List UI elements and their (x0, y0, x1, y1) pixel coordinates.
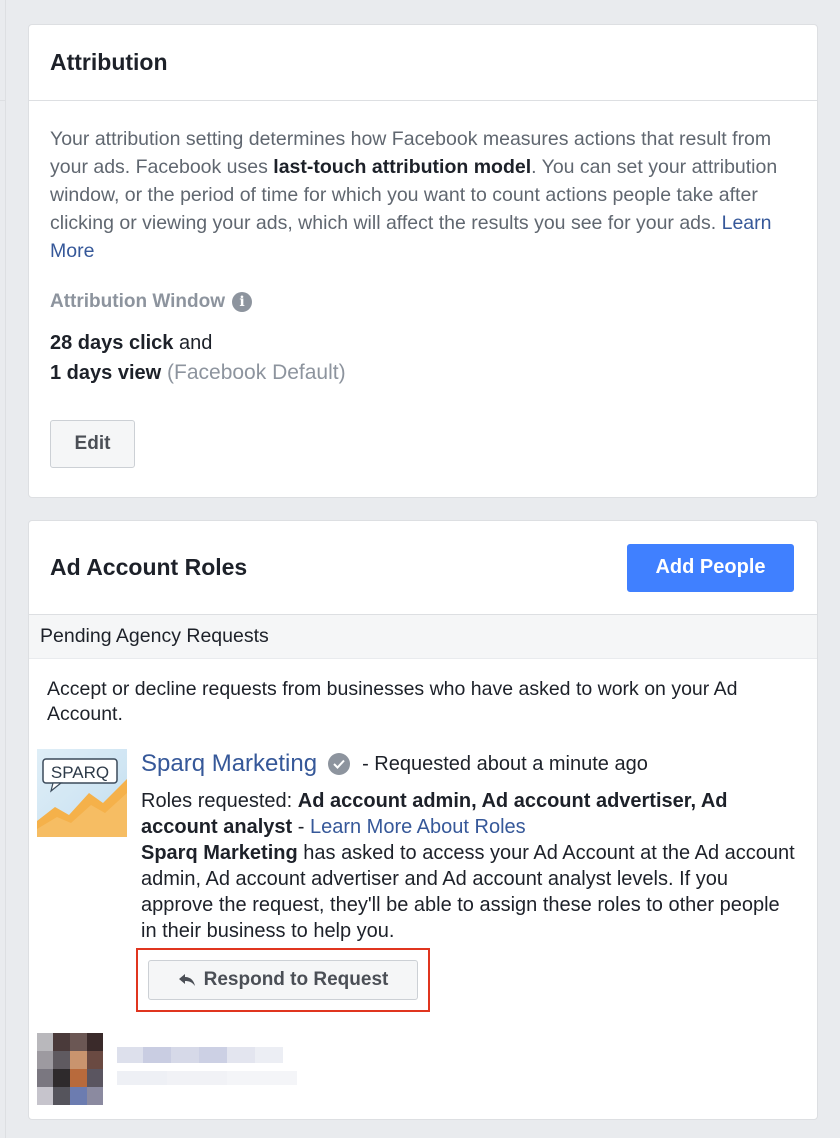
verified-check-icon (328, 753, 351, 775)
default-note: (Facebook Default) (161, 361, 346, 384)
edit-button[interactable]: Edit (50, 420, 135, 468)
learn-more-roles-link[interactable]: Learn More About Roles (310, 816, 526, 838)
click-window-value: 28 days click (50, 332, 174, 354)
attribution-window-values: 28 days click and 1 days view (Facebook … (50, 329, 796, 388)
respond-highlight-box: Respond to Request (136, 948, 430, 1012)
pending-description: Accept or decline requests from business… (47, 678, 738, 725)
desc-bold-model: last-touch attribution model (273, 156, 532, 178)
attribution-card: Attribution Your attribution setting det… (28, 24, 818, 498)
roles-requested: Roles requested: Ad account admin, Ad ac… (141, 788, 799, 944)
sparq-logo-text: SPARQ (51, 763, 109, 782)
respond-label: Respond to Request (203, 969, 389, 990)
request-details: Sparq Marketing - Requested about a minu… (136, 749, 799, 1012)
add-people-button[interactable]: Add People (627, 543, 794, 592)
explain-business-name: Sparq Marketing (141, 842, 298, 864)
attribution-description: Your attribution setting determines how … (50, 125, 796, 265)
left-panel-edge (0, 0, 6, 1138)
roles-prefix: Roles requested: (141, 790, 298, 812)
pending-requests-heading: Pending Agency Requests (29, 615, 817, 659)
attribution-title: Attribution (50, 49, 168, 75)
redacted-member-row (37, 1033, 367, 1105)
and-text: and (173, 332, 213, 354)
attribution-window-label: Attribution Window i (50, 291, 796, 313)
roles-dash: - (292, 816, 310, 838)
pending-requests-body: Accept or decline requests from business… (29, 659, 817, 1012)
respond-to-request-button[interactable]: Respond to Request (148, 960, 418, 1000)
ad-account-roles-card: Ad Account Roles Add People Pending Agen… (28, 520, 818, 1120)
window-label-text: Attribution Window (50, 291, 225, 312)
roles-header: Ad Account Roles Add People (29, 521, 817, 615)
sparq-logo: SPARQ (37, 749, 127, 837)
reply-icon (178, 974, 195, 986)
view-window-value: 1 days view (50, 362, 162, 384)
attribution-header: Attribution (29, 25, 817, 101)
request-title-row: Sparq Marketing - Requested about a minu… (141, 749, 799, 779)
attribution-body: Your attribution setting determines how … (29, 101, 817, 492)
agency-request: SPARQ Sparq Marketing - Requested about … (37, 749, 799, 1012)
requested-time: - Requested about a minute ago (362, 752, 648, 775)
business-name-link[interactable]: Sparq Marketing (141, 750, 317, 778)
info-icon[interactable]: i (232, 292, 252, 312)
roles-title: Ad Account Roles (50, 554, 248, 580)
click-window-line: 28 days click and (50, 329, 796, 358)
view-window-line: 1 days view (Facebook Default) (50, 358, 796, 388)
